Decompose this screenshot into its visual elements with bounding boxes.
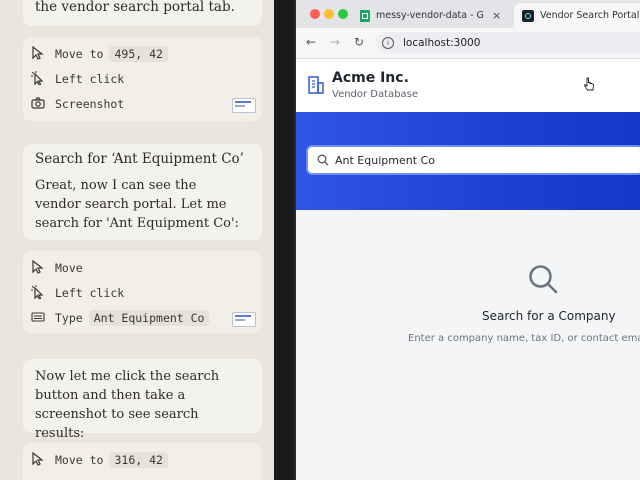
empty-state-hint: Enter a company name, tax ID, or contact… xyxy=(408,333,640,344)
mouse-pointer-icon xyxy=(583,76,595,95)
company-subtitle: Vendor Database xyxy=(332,89,419,100)
tool-label: Screenshot xyxy=(55,97,125,111)
message-body: Great, now I can see the vendor search p… xyxy=(35,178,239,231)
search-icon xyxy=(317,151,329,170)
tool-call-block-3[interactable]: Move to 316, 42 xyxy=(23,443,262,480)
maximize-window-button[interactable] xyxy=(338,9,348,19)
tool-call-block-2[interactable]: Move Left click Type Ant Equipment Co xyxy=(23,251,262,333)
message-card-1: Search for ‘Ant Equipment Co’ Great, now… xyxy=(23,144,262,240)
tool-row-move-to: Move to 495, 42 xyxy=(31,43,254,65)
site-info-icon[interactable]: i xyxy=(382,37,394,49)
forward-arrow-icon[interactable]: → xyxy=(330,35,340,49)
tool-row-left-click: Left click xyxy=(31,282,254,304)
screenshot-thumbnail[interactable] xyxy=(232,98,256,113)
address-bar-row: ← → ↻ i localhost:3000 xyxy=(296,28,640,59)
tab-label: messy-vendor-data - Google xyxy=(376,10,484,21)
cursor-icon xyxy=(31,45,47,62)
click-icon xyxy=(31,285,47,301)
browser-window: messy-vendor-data - Google × Vendor Sear… xyxy=(294,0,640,480)
agent-transcript-panel: the vendor search portal tab. Move to 49… xyxy=(0,0,274,480)
tool-label: Move to xyxy=(55,453,104,467)
tool-label: Type xyxy=(55,311,83,325)
close-window-button[interactable] xyxy=(310,9,320,19)
tool-call-block-1[interactable]: Move to 495, 42 Left click Screenshot xyxy=(23,37,262,121)
tool-label: Move xyxy=(55,261,83,275)
sheets-icon xyxy=(360,9,370,22)
tool-coords: 316, 42 xyxy=(109,452,168,468)
tool-row-type: Type Ant Equipment Co xyxy=(31,307,254,329)
screenshot-thumbnail[interactable] xyxy=(232,312,256,327)
url-field[interactable]: i localhost:3000 xyxy=(376,32,640,54)
back-arrow-icon[interactable]: ← xyxy=(306,35,316,49)
tool-row-move-to: Move to 316, 42 xyxy=(31,449,254,471)
message-text: the vendor search portal tab. xyxy=(35,0,235,15)
panel-divider xyxy=(274,0,294,480)
tool-label: Left click xyxy=(55,286,125,300)
minimize-window-button[interactable] xyxy=(324,9,334,19)
message-card-top: the vendor search portal tab. xyxy=(23,0,262,26)
tool-row-screenshot: Screenshot xyxy=(31,93,254,115)
reload-icon[interactable]: ↻ xyxy=(354,35,364,49)
message-body: Now let me click the search button and t… xyxy=(35,369,220,441)
tab-vendor-portal[interactable]: Vendor Search Portal xyxy=(514,3,640,28)
search-value: Ant Equipment Co xyxy=(335,153,435,167)
typed-text: Ant Equipment Co xyxy=(88,310,210,326)
tab-bar: messy-vendor-data - Google × Vendor Sear… xyxy=(296,0,640,28)
url-text: localhost:3000 xyxy=(403,37,481,49)
react-icon xyxy=(522,9,534,22)
tool-label: Move to xyxy=(55,47,104,61)
tab-label: Vendor Search Portal xyxy=(540,10,640,21)
close-tab-icon[interactable]: × xyxy=(492,9,501,22)
message-title: Search for ‘Ant Equipment Co’ xyxy=(35,151,244,167)
camera-icon xyxy=(31,96,47,112)
tool-row-move: Move xyxy=(31,257,254,279)
empty-state-title: Search for a Company xyxy=(482,309,616,323)
message-card-2: Now let me click the search button and t… xyxy=(23,359,262,441)
click-icon xyxy=(31,71,47,87)
search-banner: Ant Equipment Co xyxy=(296,112,640,210)
search-input[interactable]: Ant Equipment Co xyxy=(306,145,640,175)
tool-label: Left click xyxy=(55,72,125,86)
tool-row-left-click: Left click xyxy=(31,68,254,90)
company-name: Acme Inc. xyxy=(332,70,409,86)
cursor-icon xyxy=(31,451,47,468)
keyboard-icon xyxy=(31,310,47,326)
cursor-icon xyxy=(31,259,47,276)
building-icon xyxy=(308,76,324,98)
tool-coords: 495, 42 xyxy=(109,46,168,62)
tab-sheets[interactable]: messy-vendor-data - Google × xyxy=(360,3,510,28)
empty-state: Search for a Company Enter a company nam… xyxy=(296,210,640,480)
search-icon xyxy=(528,264,558,298)
app-header: Acme Inc. Vendor Database xyxy=(296,59,640,113)
